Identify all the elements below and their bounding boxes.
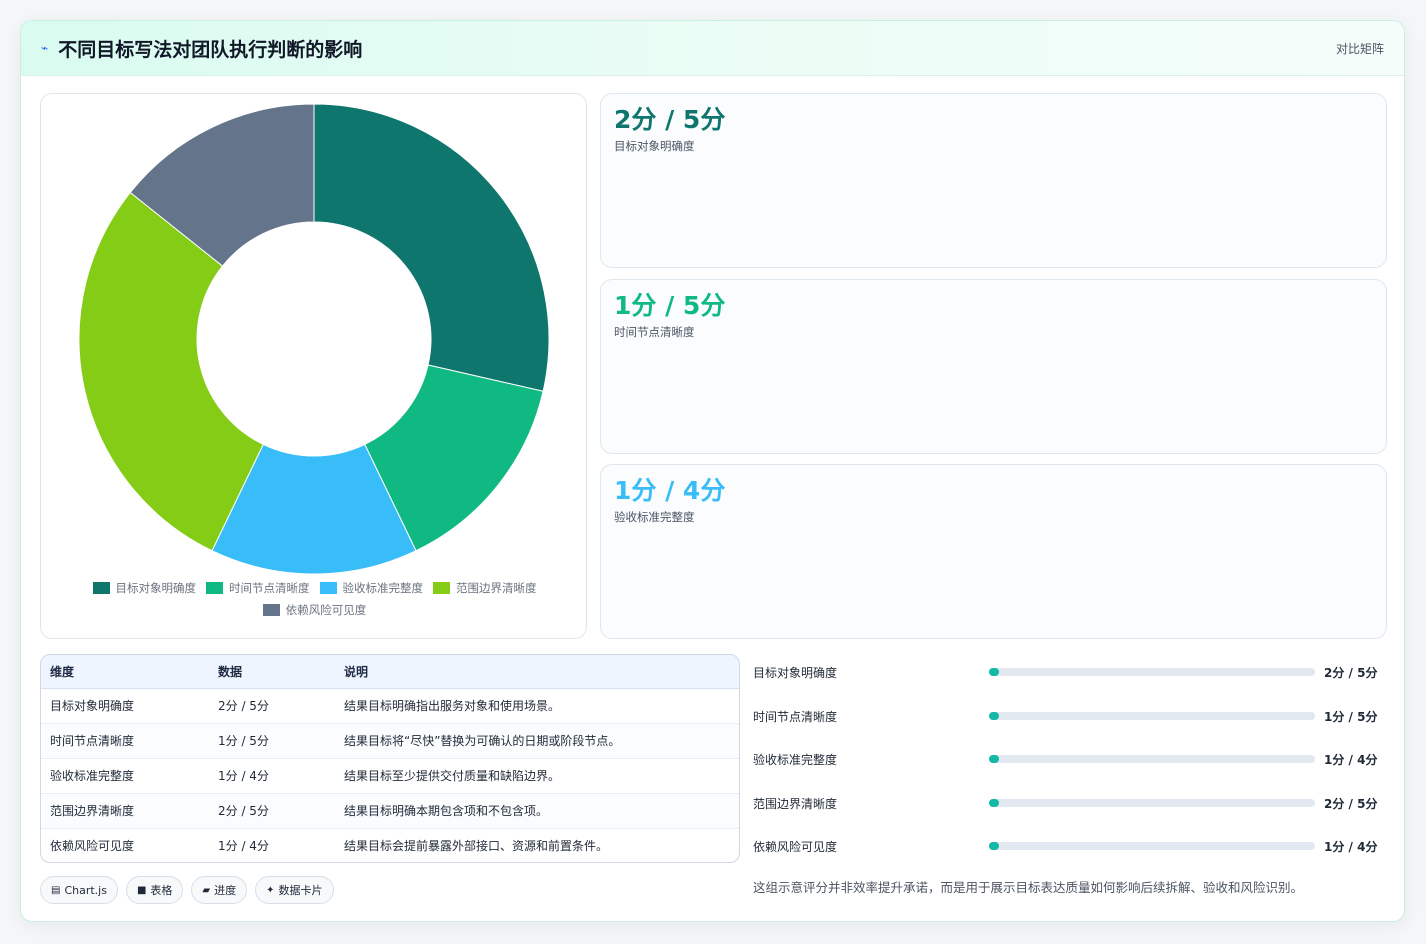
pill-table[interactable]: ■ 表格 (125, 876, 184, 904)
progress-track (989, 842, 1315, 850)
stat-card-2: 1分 / 5分 时间节点清晰度 (600, 279, 1387, 454)
doughnut-svg (78, 103, 550, 574)
legend-swatch (206, 582, 223, 594)
pill-label: 进度 (214, 884, 237, 897)
legend-label: 验收标准完整度 (342, 581, 424, 595)
legend-swatch (92, 582, 110, 594)
pill-chartjs[interactable]: ▤ Chart.js (40, 876, 118, 904)
legend-swatch (262, 604, 280, 616)
table-cell: 时间节点清晰度 (41, 723, 209, 759)
stat-label: 验收标准完整度 (614, 510, 695, 524)
progress-value: 2分 / 5分 (1324, 796, 1378, 811)
progress-value: 1分 / 4分 (1324, 752, 1378, 767)
table-row: 范围边界清晰度 2分 / 5分 结果目标明确本期包含项和不包含项。 (41, 793, 739, 829)
stat-value: 1分 / 5分 (614, 291, 726, 320)
progress-label: 验收标准完整度 (753, 752, 838, 767)
table-icon: ■ (136, 884, 147, 896)
doughnut-chart: 目标对象明确度 时间节点清晰度 验收标准完整度 范围边界清晰度依赖风险可见度 (40, 93, 587, 639)
table-row: 目标对象明确度 2分 / 5分 结果目标明确指出服务对象和使用场景。 (41, 688, 739, 724)
legend-item[interactable]: 验收标准完整度 (319, 580, 424, 596)
progress-label: 依赖风险可见度 (753, 839, 838, 854)
progress-track (989, 799, 1315, 807)
table-cell: 1分 / 4分 (218, 839, 269, 854)
table-row: 依赖风险可见度 1分 / 4分 结果目标会提前暴露外部接口、资源和前置条件。 (41, 828, 739, 862)
stat-value: 2分 / 5分 (614, 105, 726, 134)
table-cell: 2分 / 5分 (209, 688, 335, 724)
table-header-cell: 说明 (335, 655, 739, 689)
data-table: 维度 数据 说明 目标对象明确度 2分 / 5分 结果目标明确指出服务对象和使用… (40, 654, 740, 863)
footnote: 这组示意评分并非效率提升承诺，而是用于展示目标表达质量如何影响后续拆解、验收和风… (753, 880, 1304, 895)
legend-label: 范围边界清晰度 (456, 581, 537, 595)
progress-fill (989, 668, 999, 676)
progress-value: 1分 / 5分 (1324, 709, 1378, 724)
progress-icon: ▰ (202, 884, 211, 896)
table-cell: 范围边界清晰度 (41, 793, 209, 829)
table-cell: 依赖风险可见度 (50, 839, 135, 854)
table-header-row: 维度 数据 说明 (41, 655, 739, 689)
legend-label: 目标对象明确度 (115, 581, 197, 595)
table-row: 验收标准完整度 1分 / 4分 结果目标至少提供交付质量和缺陷边界。 (41, 758, 739, 794)
card-header: ⌁ 不同目标写法对团队执行判断的影响 对比矩阵 (21, 21, 1404, 76)
tag-pills: ▤ Chart.js ■ 表格 ▰ 进度 ✦ 数据卡片 (40, 876, 334, 904)
pill-label: 表格 (150, 884, 173, 897)
progress-row: 验收标准完整度 1分 / 4分 (753, 744, 1383, 774)
progress-track (989, 668, 1315, 676)
table-cell: 验收标准完整度 (41, 758, 209, 794)
table-cell: 结果目标明确指出服务对象和使用场景。 (335, 688, 739, 724)
legend-item[interactable]: 时间节点清晰度 (206, 580, 310, 596)
chart-icon: ▤ (51, 884, 61, 896)
table-row: 时间节点清晰度 1分 / 5分 结果目标将“尽快”替换为可确认的日期或阶段节点。 (41, 723, 739, 759)
pill-label: Chart.js (64, 883, 107, 897)
card-icon: ✦ (266, 884, 275, 896)
stat-card-3: 1分 / 4分 验收标准完整度 (600, 464, 1387, 639)
progress-value: 2分 / 5分 (1324, 665, 1378, 680)
chart-legend: 目标对象明确度 时间节点清晰度 验收标准完整度 范围边界清晰度依赖风险可见度 (61, 580, 568, 618)
table-cell: 结果目标至少提供交付质量和缺陷边界。 (335, 758, 739, 794)
progress-row: 时间节点清晰度 1分 / 5分 (753, 701, 1383, 731)
table-cell: 结果目标将“尽快”替换为可确认的日期或阶段节点。 (335, 723, 739, 759)
progress-row: 目标对象明确度 2分 / 5分 (753, 657, 1383, 687)
table-cell: 结果目标明确本期包含项和不包含项。 (335, 793, 739, 829)
page-title: 不同目标写法对团队执行判断的影响 (58, 38, 363, 61)
progress-row: 依赖风险可见度 1分 / 4分 (753, 831, 1383, 861)
progress-label: 目标对象明确度 (753, 665, 838, 680)
pill-label: 数据卡片 (278, 884, 323, 897)
progress-track (989, 712, 1315, 720)
legend-item[interactable]: 依赖风险可见度 (262, 602, 367, 618)
progress-value: 1分 / 4分 (1324, 839, 1378, 854)
table-cell: 1分 / 5分 (209, 723, 335, 759)
progress-fill (989, 712, 999, 720)
table-cell: 2分 / 5分 (209, 793, 335, 829)
progress-fill (989, 799, 999, 807)
lightning-icon: ⌁ (41, 41, 49, 55)
progress-track (989, 755, 1315, 763)
stat-card-1: 2分 / 5分 目标对象明确度 (600, 93, 1387, 268)
table-cell: 1分 / 4分 (209, 758, 335, 794)
progress-label: 范围边界清晰度 (753, 796, 838, 811)
table-header-cell: 维度 (41, 655, 209, 689)
pill-data-card[interactable]: ✦ 数据卡片 (255, 876, 334, 904)
table-cell: 目标对象明确度 (41, 688, 209, 724)
legend-swatch (319, 582, 337, 594)
stat-value: 1分 / 4分 (614, 476, 726, 505)
doughnut-slice[interactable] (313, 103, 550, 392)
progress-label: 时间节点清晰度 (753, 709, 838, 724)
table-header-cell: 数据 (209, 655, 335, 689)
header-tag: 对比矩阵 (1335, 41, 1384, 56)
legend-item[interactable]: 目标对象明确度 (92, 580, 197, 596)
progress-fill (989, 842, 999, 850)
legend-label: 时间节点清晰度 (229, 581, 310, 595)
stat-label: 时间节点清晰度 (614, 325, 695, 339)
stat-label: 目标对象明确度 (614, 139, 695, 153)
legend-swatch (433, 582, 450, 594)
progress-row: 范围边界清晰度 2分 / 5分 (753, 788, 1383, 818)
legend-label: 依赖风险可见度 (285, 603, 367, 617)
pill-progress[interactable]: ▰ 进度 (191, 876, 248, 904)
table-cell: 结果目标会提前暴露外部接口、资源和前置条件。 (344, 839, 609, 854)
legend-item[interactable]: 范围边界清晰度 (433, 580, 537, 596)
main-card: ⌁ 不同目标写法对团队执行判断的影响 对比矩阵 目标对象明确度 时间节点清晰度 验收… (20, 20, 1405, 922)
progress-fill (989, 755, 999, 763)
